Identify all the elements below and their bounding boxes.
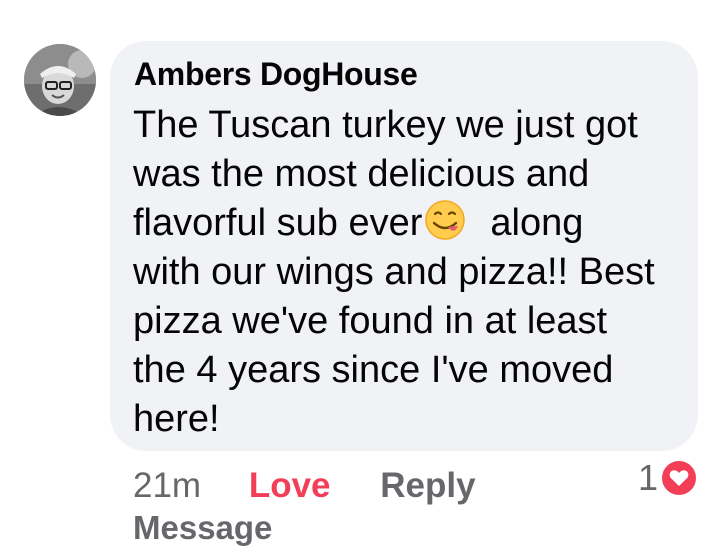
- comment-line: was the most delicious and: [133, 153, 590, 195]
- comment-author[interactable]: Ambers DogHouse: [134, 56, 418, 93]
- comment-line: pizza we've found in at least: [133, 300, 608, 342]
- heart-icon: [660, 459, 698, 497]
- face-savoring-food-emoji: [425, 200, 466, 240]
- comment-line: flavorful sub ever: [133, 202, 423, 244]
- reply-button[interactable]: Reply: [380, 466, 475, 505]
- love-button[interactable]: Love: [249, 466, 331, 505]
- message-button[interactable]: Message: [133, 506, 272, 550]
- comment-line: the 4 years since I've moved: [133, 349, 614, 391]
- comment-line: The Tuscan turkey we just got: [133, 104, 638, 146]
- comment-line-with-emoji: flavorful sub ever along: [133, 199, 693, 248]
- avatar-photo: [24, 44, 96, 116]
- comment-line: here!: [133, 398, 220, 440]
- comment-line: along: [490, 202, 584, 244]
- comment-timestamp[interactable]: 21m: [133, 466, 201, 505]
- comment-bubble: Ambers DogHouse The Tuscan turkey we jus…: [110, 41, 698, 451]
- reaction-summary[interactable]: 1: [638, 458, 698, 498]
- avatar[interactable]: [24, 44, 96, 116]
- comment-actions: 21m Love Reply: [133, 462, 476, 510]
- comment-line: with our wings and pizza!! Best: [133, 251, 655, 293]
- reaction-count: 1: [637, 457, 658, 498]
- comment-text: The Tuscan turkey we just got was the mo…: [133, 101, 693, 444]
